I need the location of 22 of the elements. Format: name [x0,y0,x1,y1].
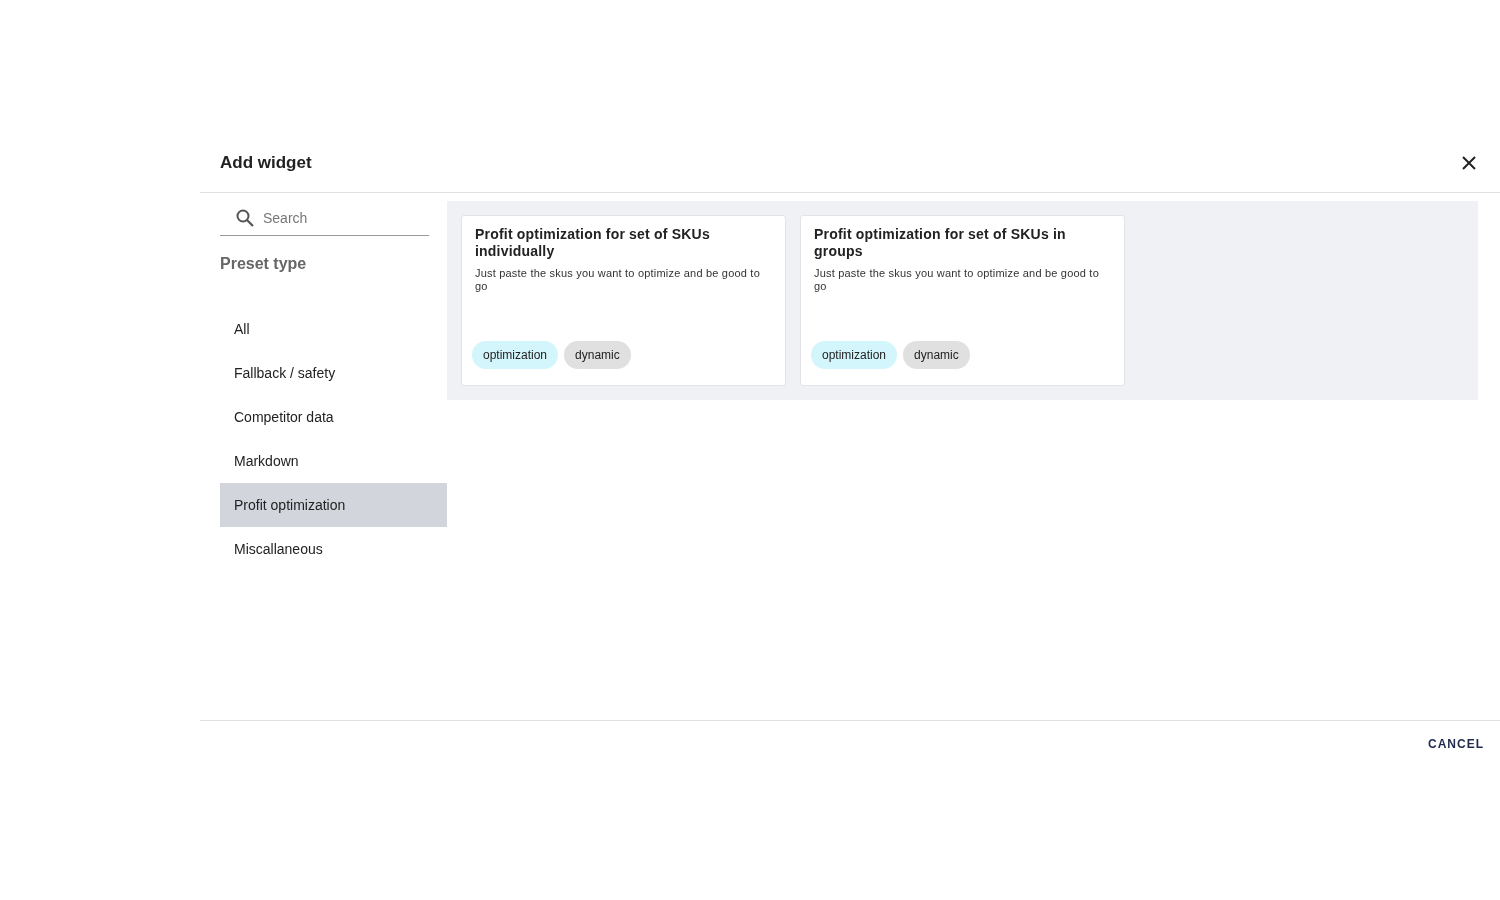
sidebar-item[interactable]: Profit optimization [220,483,447,527]
card-title: Profit optimization for set of SKUs in groups [814,226,1067,260]
card-title: Profit optimization for set of SKUs individually [475,226,711,260]
card-description: Just paste the skus you want to optimize and be good to go [814,267,1100,294]
preset-card[interactable]: Profit optimization for set of SKUs individually Just paste the skus you want to optimize and be good to go optimization dynamic [461,215,786,386]
sidebar-item[interactable]: Fallback / safety [220,351,447,395]
sidebar-item[interactable]: All [220,307,447,351]
tag-chip: optimization [472,341,559,369]
sidebar-item[interactable]: Markdown [220,439,447,483]
search-field[interactable]: Search [220,201,429,236]
sidebar-item[interactable]: Miscallaneous [220,527,447,571]
tag-chip: dynamic [903,341,970,369]
card-description: Just paste the skus you want to optimize and be good to go [475,267,761,294]
tag-chip: optimization [811,341,898,369]
close-icon [1462,155,1476,170]
sidebar-item[interactable]: Competitor data [220,395,447,439]
dialog-title: Add widget [220,152,312,173]
preset-card[interactable]: Profit optimization for set of SKUs in groups Just paste the skus you want to optimize and be good to go optimization dynamic [800,215,1125,386]
search-icon [236,209,254,227]
section-heading: Preset type [220,255,308,274]
cancel-button[interactable]: CANCEL [1424,731,1488,757]
tag-chip: dynamic [564,341,631,369]
